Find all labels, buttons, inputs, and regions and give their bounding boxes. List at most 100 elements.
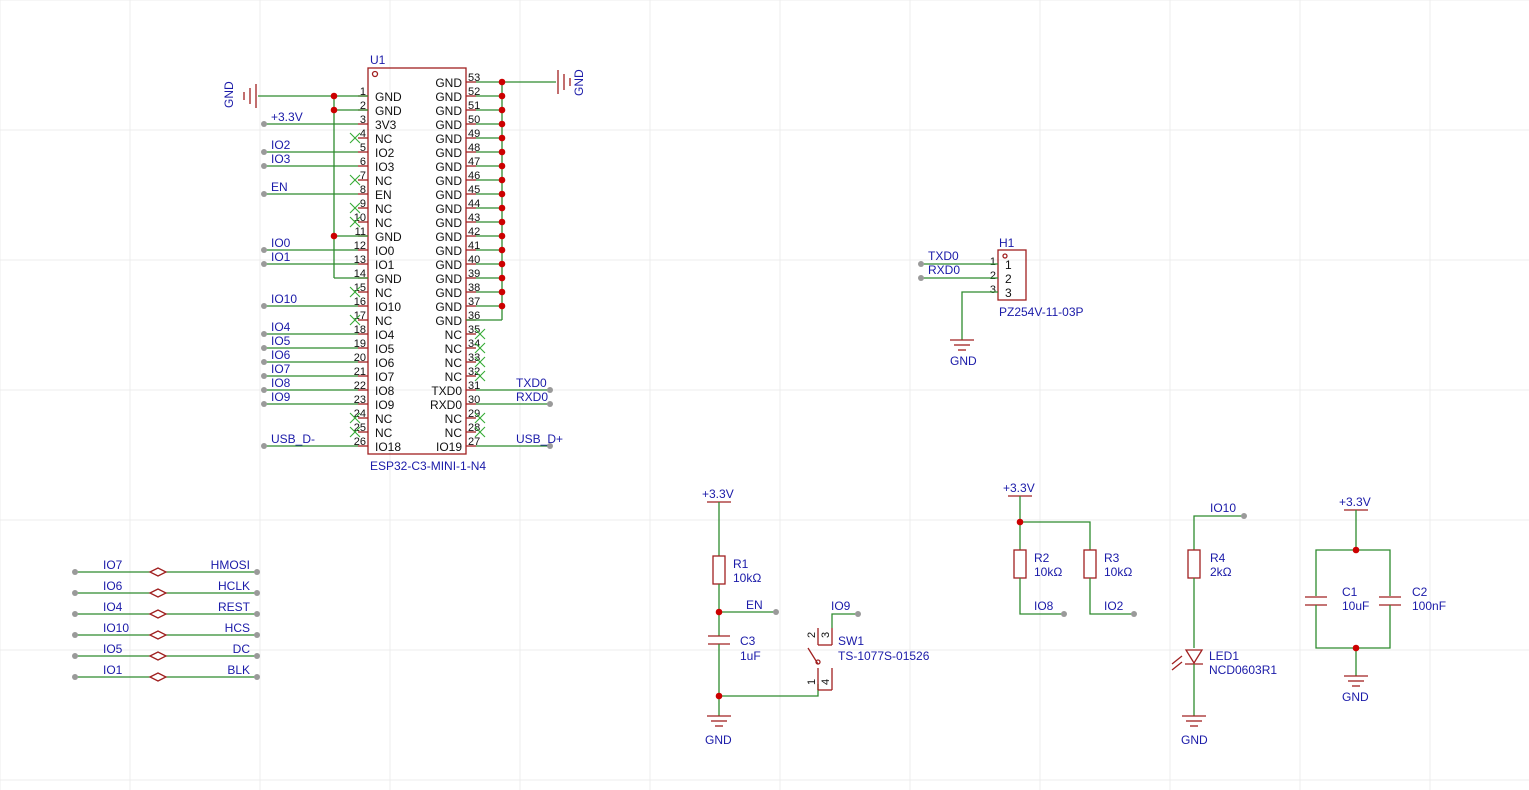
net-label: EN — [271, 180, 288, 194]
net-tie-symbol — [148, 588, 168, 598]
u1-pin-name: NC — [445, 426, 463, 440]
u1-pin-name: IO10 — [375, 300, 401, 314]
net-label: +3.3V — [271, 110, 303, 124]
decoupling-circuit[interactable]: +3.3V C1 10uF C2 100nF GND — [1305, 495, 1446, 704]
net-tie-symbol — [148, 630, 168, 640]
net-endpoint — [261, 401, 267, 407]
net-tie-left-label: IO10 — [103, 621, 129, 635]
u1-pin-name: NC — [445, 356, 463, 370]
u1-pin-name: IO1 — [375, 258, 395, 272]
r3-value: 10kΩ — [1104, 565, 1132, 579]
u1-pin-number: 7 — [360, 170, 366, 182]
net-tie-symbol — [148, 672, 168, 682]
en-net-label: EN — [746, 598, 763, 612]
led-circuit[interactable]: IO10 R4 2kΩ LED1 NCD0603R1 GND — [1171, 501, 1277, 747]
net-tie-row: IO6 HCLK — [72, 579, 260, 598]
net-label: IO9 — [271, 390, 291, 404]
net-endpoint — [261, 121, 267, 127]
net-endpoint — [261, 443, 267, 449]
net-tie-right-label: HMOSI — [211, 558, 250, 572]
net-endpoint — [261, 163, 267, 169]
u1-pin-number: 29 — [468, 408, 480, 420]
r1-designator: R1 — [733, 557, 749, 571]
gnd-junction — [498, 218, 506, 226]
pullup-circuit[interactable]: +3.3V R2 10kΩ R3 10kΩ IO8 IO2 — [1003, 481, 1137, 617]
reset-gnd-symbol — [707, 715, 731, 727]
u1-pin-name: IO2 — [375, 146, 395, 160]
u1-pin-name: EN — [375, 188, 392, 202]
u1-pin-name: GND — [435, 76, 462, 90]
u1-pin-name: IO18 — [375, 440, 401, 454]
u1-pin-name: IO19 — [436, 440, 462, 454]
u1-pin-name: GND — [435, 174, 462, 188]
r2-body — [1013, 549, 1027, 579]
net-endpoint — [261, 303, 267, 309]
h1-body — [997, 249, 1027, 301]
u1-pin-number: 3 — [360, 114, 366, 126]
u1-pin-name: GND — [375, 230, 402, 244]
sw1-pin-1: 1 — [806, 679, 818, 685]
r2-designator: R2 — [1034, 551, 1050, 565]
h1-pin-number: 1 — [990, 256, 996, 268]
u1-pin-number: 4 — [360, 128, 366, 140]
reset-power-label: +3.3V — [702, 487, 734, 501]
net-label: IO1 — [271, 250, 291, 264]
h1-designator: H1 — [999, 236, 1015, 250]
h1-part-number: PZ254V-11-03P — [999, 305, 1084, 319]
u1-pin-name: GND — [435, 286, 462, 300]
r2-value: 10kΩ — [1034, 565, 1062, 579]
h1-pin-number: 3 — [990, 284, 996, 296]
net-tie-symbol — [148, 567, 168, 577]
gnd-junction — [498, 148, 506, 156]
gnd-junction — [498, 274, 506, 282]
u1-pin-name: IO9 — [375, 398, 395, 412]
net-tie-left-label: IO6 — [103, 579, 123, 593]
gnd-junction — [498, 92, 506, 100]
r1-body — [712, 555, 726, 585]
net-tie-list: IO7 HMOSI IO6 HCLK IO4 REST IO10 HCS IO5 DC IO1 BLK — [72, 558, 260, 682]
net-endpoint — [261, 345, 267, 351]
net-label: IO8 — [271, 376, 291, 390]
r3-net-label: IO2 — [1104, 599, 1124, 613]
u1-symbol[interactable]: U1 ESP32-C3-MINI-1-N4 1 GND2 GND3 3V34 NC5 IO… — [349, 53, 486, 473]
gnd-junction — [498, 134, 506, 142]
u1-pin-number: 9 — [360, 198, 366, 210]
led-gnd-label: GND — [1181, 733, 1208, 747]
u1-pin-number: 33 — [468, 352, 480, 364]
net-label: IO2 — [271, 138, 291, 152]
h1-net-txd0: TXD0 — [928, 249, 959, 263]
decoupling-gnd-label: GND — [1342, 690, 1369, 704]
u1-pin-number: 5 — [360, 142, 366, 154]
reset-circuit[interactable]: +3.3V R1 10kΩ EN C3 1uF GND 2 3 1 4 SW1 … — [702, 487, 930, 747]
u1-part-number: ESP32-C3-MINI-1-N4 — [370, 459, 486, 473]
u1-pin-name: NC — [375, 132, 393, 146]
sw1-designator: SW1 — [838, 634, 864, 648]
net-endpoint — [261, 191, 267, 197]
net-tie-symbol — [148, 609, 168, 619]
net-label: USB_D- — [271, 432, 315, 446]
h1-connector[interactable]: H1 PZ254V-11-03P 1 12 23 3 TXD0 RXD0 GND — [918, 236, 1084, 368]
led-net-label: IO10 — [1210, 501, 1236, 515]
net-label: IO0 — [271, 236, 291, 250]
gnd-junction — [498, 246, 506, 254]
gnd-junction — [498, 260, 506, 268]
u1-pin-name: GND — [435, 132, 462, 146]
schematic-canvas[interactable]: U1 ESP32-C3-MINI-1-N4 1 GND 2 GND 3 3V3 4 NC 5 IO… — [0, 0, 1529, 790]
u1-pin-number: 6 — [360, 156, 366, 168]
net-tie-left-label: IO5 — [103, 642, 123, 656]
net-label: RXD0 — [516, 390, 548, 404]
net-label: TXD0 — [516, 376, 547, 390]
net-tie-row: IO10 HCS — [72, 621, 260, 640]
r3-designator: R3 — [1104, 551, 1120, 565]
h1-pin-name: 2 — [1005, 272, 1012, 286]
reset-gnd-label: GND — [705, 733, 732, 747]
h1-net-rxd0: RXD0 — [928, 263, 960, 277]
net-endpoint — [261, 247, 267, 253]
gnd-junction — [498, 106, 506, 114]
c1-designator: C1 — [1342, 585, 1358, 599]
u1-pin-name: IO8 — [375, 384, 395, 398]
c1-value: 10uF — [1342, 599, 1369, 613]
u1-pin-name: GND — [435, 90, 462, 104]
net-endpoint — [261, 387, 267, 393]
u1-pin-name: GND — [435, 300, 462, 314]
